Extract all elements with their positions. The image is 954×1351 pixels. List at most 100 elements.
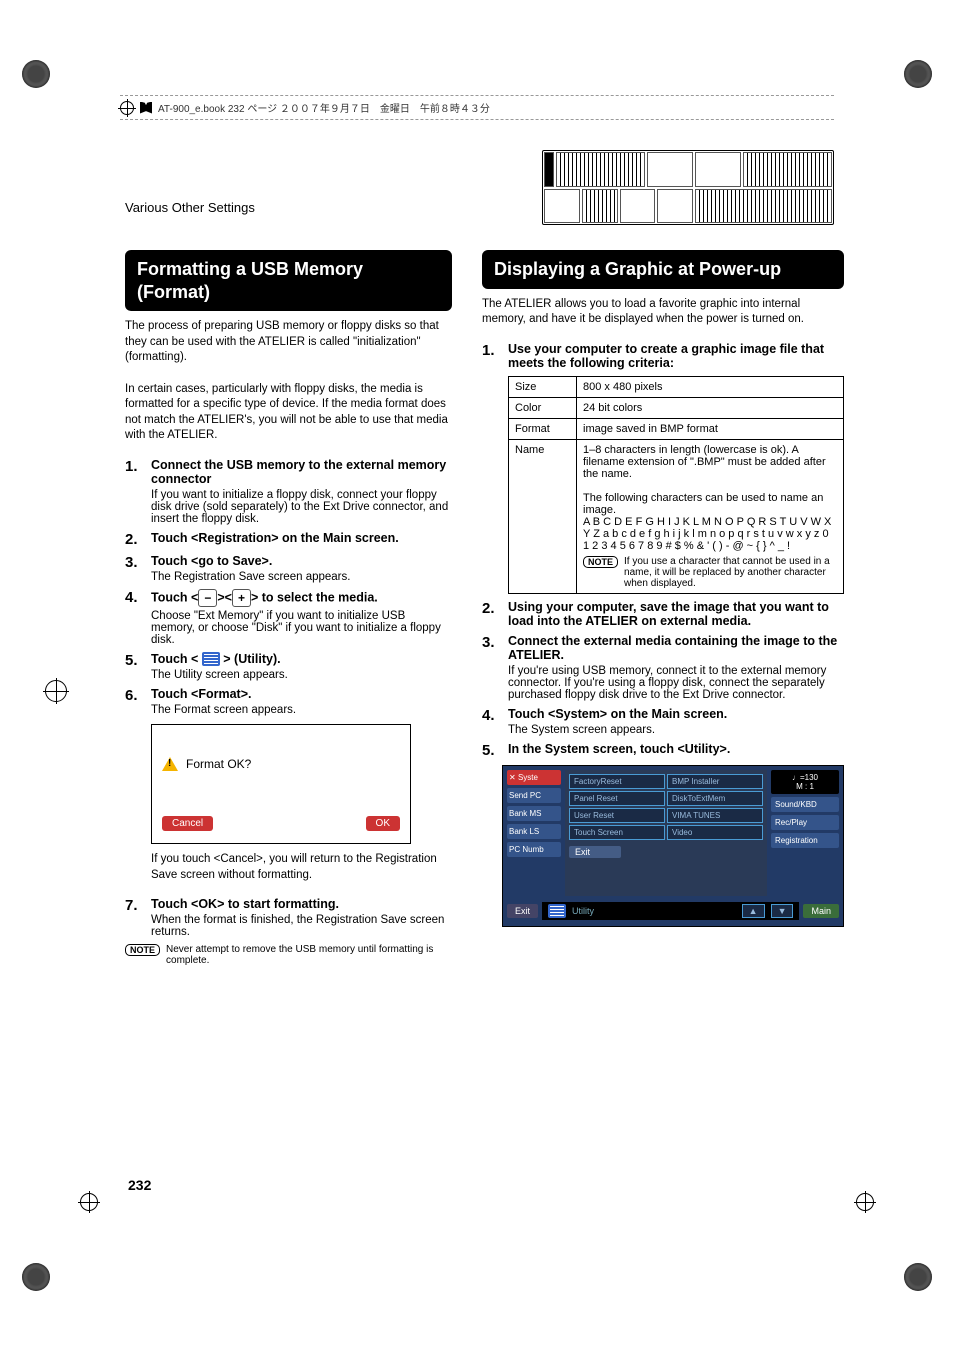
menu-item[interactable]: Registration xyxy=(771,833,839,848)
step-number: 1. xyxy=(125,458,143,525)
table-label: Format xyxy=(509,418,577,439)
menu-item[interactable]: BMP Installer xyxy=(667,774,763,789)
note-label: NOTE xyxy=(583,556,618,568)
step-number: 4. xyxy=(125,589,143,646)
step-title: Touch <Registration> on the Main screen. xyxy=(151,531,452,545)
menu-item[interactable]: Sound/KBD xyxy=(771,797,839,812)
step-number: 7. xyxy=(125,897,143,938)
step-number: 6. xyxy=(125,687,143,716)
menu-item[interactable]: Send PC xyxy=(507,788,561,803)
table-value: 1–8 characters in length (lowercase is o… xyxy=(577,439,844,593)
menu-item[interactable]: Panel Reset xyxy=(569,791,665,806)
system-utility-screenshot: ✕ Syste Send PC Bank MS Bank LS PC Numb … xyxy=(502,765,844,927)
menu-item[interactable]: Bank LS xyxy=(507,824,561,839)
registration-mark-icon xyxy=(45,680,67,702)
step-title: Touch <Format>. xyxy=(151,687,452,701)
menu-item[interactable]: Bank MS xyxy=(507,806,561,821)
left-column: Formatting a USB Memory (Format) The pro… xyxy=(125,250,452,1211)
step-title: Touch <go to Save>. xyxy=(151,554,452,568)
step-title: Touch < > (Utility). xyxy=(151,652,452,667)
step-number: 3. xyxy=(125,554,143,583)
step-number: 3. xyxy=(482,634,500,701)
after-dialog-text: If you touch <Cancel>, you will return t… xyxy=(151,852,452,883)
utility-label: Utility xyxy=(572,906,736,916)
step-title: Connect the external media containing th… xyxy=(508,634,844,662)
registration-mark-icon xyxy=(120,101,134,115)
menu-item[interactable]: User Reset xyxy=(569,808,665,823)
format-dialog: Format OK? Cancel OK xyxy=(151,724,411,844)
book-header: AT-900_e.book 232 ページ ２００７年９月７日 金曜日 午前８時… xyxy=(120,95,834,120)
table-label: Size xyxy=(509,376,577,397)
step-number: 1. xyxy=(482,342,500,370)
close-button[interactable]: ✕ Syste xyxy=(507,770,561,785)
step-title: Use your computer to create a graphic im… xyxy=(508,342,844,370)
table-label: Color xyxy=(509,397,577,418)
crop-mark-icon xyxy=(22,60,50,88)
step-title: In the System screen, touch <Utility>. xyxy=(508,742,844,756)
menu-item[interactable]: Video xyxy=(667,825,763,840)
utility-icon xyxy=(202,652,220,666)
spec-table: Size800 x 480 pixels Color24 bit colors … xyxy=(508,376,844,594)
intro-text: The ATELIER allows you to load a favorit… xyxy=(482,297,844,328)
table-value: image saved in BMP format xyxy=(577,418,844,439)
step-number: 2. xyxy=(125,531,143,548)
heading-format-usb: Formatting a USB Memory (Format) xyxy=(125,250,452,311)
intro-text: The process of preparing USB memory or f… xyxy=(125,319,452,366)
note-label: NOTE xyxy=(125,944,160,956)
step-title: Touch <System> on the Main screen. xyxy=(508,707,844,721)
menu-item[interactable]: VIMA TUNES xyxy=(667,808,763,823)
step-number: 2. xyxy=(482,600,500,628)
right-column: Displaying a Graphic at Power-up The ATE… xyxy=(482,250,844,1211)
warning-icon xyxy=(162,757,178,771)
step-body: If you're using USB memory, connect it t… xyxy=(508,665,844,701)
menu-item[interactable]: DiskToExtMem xyxy=(667,791,763,806)
cancel-button[interactable]: Cancel xyxy=(162,816,213,831)
arrow-down-button[interactable]: ▼ xyxy=(771,904,794,918)
registration-mark-icon xyxy=(80,1193,98,1211)
step-number: 4. xyxy=(482,707,500,736)
crop-mark-icon xyxy=(904,1263,932,1291)
menu-item[interactable]: PC Numb xyxy=(507,842,561,857)
page-number: 232 xyxy=(128,1177,151,1193)
tempo-display: ♩=130M : 1 xyxy=(771,770,839,794)
note-text: Never attempt to remove the USB memory u… xyxy=(166,944,452,966)
step-title: Using your computer, save the image that… xyxy=(508,600,844,628)
exit-button[interactable]: Exit xyxy=(569,846,621,858)
table-value: 24 bit colors xyxy=(577,397,844,418)
menu-item[interactable]: Touch Screen xyxy=(569,825,665,840)
step-body: The System screen appears. xyxy=(508,724,844,736)
note-text: If you use a character that cannot be us… xyxy=(624,556,837,589)
step-number: 5. xyxy=(125,652,143,682)
step-title: Touch <OK> to start formatting. xyxy=(151,897,452,911)
step-body: The Format screen appears. xyxy=(151,704,452,716)
step-title: Touch <−><+> to select the media. xyxy=(151,589,452,607)
intro-text: In certain cases, particularly with flop… xyxy=(125,382,452,444)
ok-button[interactable]: OK xyxy=(366,816,400,831)
header-filename: AT-900_e.book 232 ページ ２００７年９月７日 金曜日 午前８時… xyxy=(158,100,490,115)
step-body: The Registration Save screen appears. xyxy=(151,571,452,583)
step-body: When the format is finished, the Registr… xyxy=(151,914,452,938)
step-title: Connect the USB memory to the external m… xyxy=(151,458,452,486)
menu-item[interactable]: FactoryReset xyxy=(569,774,665,789)
plus-button-icon: + xyxy=(232,589,251,607)
utility-icon xyxy=(548,904,566,918)
section-title: Various Other Settings xyxy=(125,200,255,215)
step-body: The Utility screen appears. xyxy=(151,669,452,681)
heading-display-graphic: Displaying a Graphic at Power-up xyxy=(482,250,844,289)
keyboard-diagram xyxy=(542,150,834,225)
book-icon xyxy=(140,102,152,114)
step-body: If you want to initialize a floppy disk,… xyxy=(151,489,452,525)
dialog-message: Format OK? xyxy=(186,757,251,771)
menu-item[interactable]: Rec/Play xyxy=(771,815,839,830)
crop-mark-icon xyxy=(904,60,932,88)
main-button[interactable]: Main xyxy=(803,904,839,918)
step-number: 5. xyxy=(482,742,500,759)
table-value: 800 x 480 pixels xyxy=(577,376,844,397)
minus-button-icon: − xyxy=(198,589,217,607)
crop-mark-icon xyxy=(22,1263,50,1291)
arrow-up-button[interactable]: ▲ xyxy=(742,904,765,918)
step-body: Choose "Ext Memory" if you want to initi… xyxy=(151,610,452,646)
registration-mark-icon xyxy=(856,1193,874,1211)
exit-button[interactable]: Exit xyxy=(507,904,538,918)
table-label: Name xyxy=(509,439,577,593)
